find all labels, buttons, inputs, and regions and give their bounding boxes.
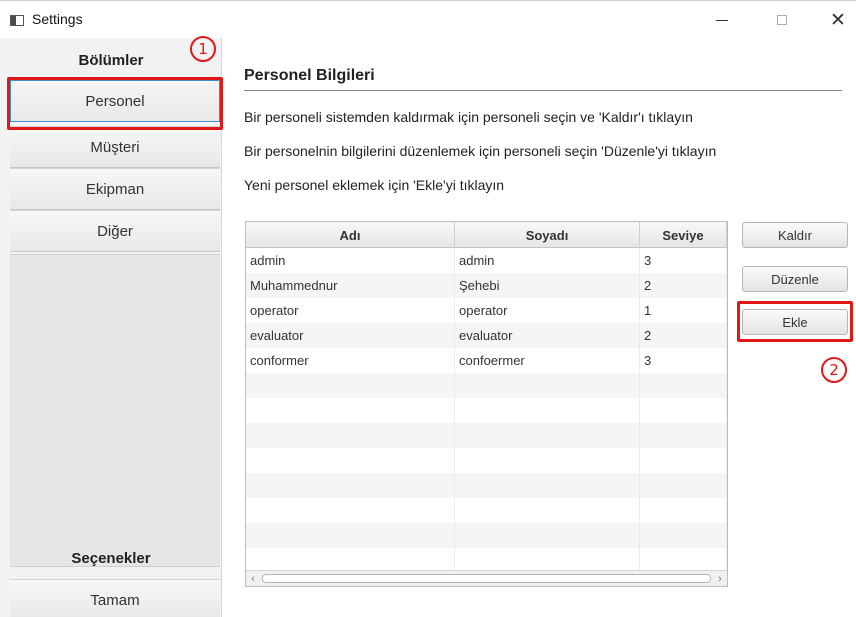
maximize-icon xyxy=(777,15,787,25)
close-icon: ✕ xyxy=(830,8,846,31)
cell-empty xyxy=(455,523,640,548)
instruction-remove: Bir personeli sistemden kaldırmak için p… xyxy=(244,109,693,125)
cell-empty xyxy=(640,498,727,523)
app-window-icon xyxy=(10,15,24,26)
table-row-empty[interactable] xyxy=(246,373,727,398)
cell-empty xyxy=(640,473,727,498)
table-row-empty[interactable] xyxy=(246,423,727,448)
ok-button[interactable]: Tamam xyxy=(10,579,220,617)
table-row-empty[interactable] xyxy=(246,448,727,473)
edit-button[interactable]: Düzenle xyxy=(742,266,848,292)
cell-empty xyxy=(246,398,455,423)
options-header: Seçenekler xyxy=(71,550,151,567)
cell-empty xyxy=(455,448,640,473)
cell-seviye: 3 xyxy=(640,348,727,373)
scroll-left-icon[interactable]: ‹ xyxy=(246,571,260,586)
cell-adi: evaluator xyxy=(246,323,455,348)
cell-seviye: 3 xyxy=(640,248,727,273)
table-row[interactable]: conformer confoermer 3 xyxy=(246,348,727,373)
cell-soyadi: evaluator xyxy=(455,323,640,348)
scrollbar-thumb[interactable] xyxy=(262,574,711,583)
title-bar: Settings ✕ xyxy=(0,0,856,38)
cell-soyadi: Şehebi xyxy=(455,273,640,298)
sidebar-item-diger[interactable]: Diğer xyxy=(10,210,220,252)
cell-seviye: 2 xyxy=(640,273,727,298)
sidebar-item-personel[interactable]: Personel xyxy=(10,80,220,122)
minimize-icon xyxy=(716,19,728,21)
table-row-empty[interactable] xyxy=(246,398,727,423)
title-divider xyxy=(244,90,842,91)
column-header-seviye[interactable]: Seviye xyxy=(640,222,727,248)
table-row[interactable]: evaluator evaluator 2 xyxy=(246,323,727,348)
cell-adi: admin xyxy=(246,248,455,273)
cell-adi: conformer xyxy=(246,348,455,373)
sidebar-empty-area xyxy=(10,254,220,567)
cell-empty xyxy=(640,448,727,473)
cell-soyadi: operator xyxy=(455,298,640,323)
minimize-button[interactable] xyxy=(706,7,738,33)
cell-empty xyxy=(455,423,640,448)
annotation-marker-1: 1 xyxy=(190,36,216,62)
instruction-add: Yeni personel eklemek için 'Ekle'yi tıkl… xyxy=(244,177,505,193)
table-row[interactable]: admin admin 3 xyxy=(246,248,727,273)
horizontal-scrollbar[interactable]: ‹ › xyxy=(246,570,727,586)
remove-button[interactable]: Kaldır xyxy=(742,222,848,248)
cell-empty xyxy=(246,373,455,398)
cell-seviye: 2 xyxy=(640,323,727,348)
sidebar-item-musteri[interactable]: Müşteri xyxy=(10,126,220,168)
cell-empty xyxy=(640,373,727,398)
cell-adi: Muhammednur xyxy=(246,273,455,298)
cell-soyadi: admin xyxy=(455,248,640,273)
close-button[interactable]: ✕ xyxy=(822,7,854,33)
table-row-empty[interactable] xyxy=(246,473,727,498)
sidebar-item-ekipman[interactable]: Ekipman xyxy=(10,168,220,210)
table-body: admin admin 3 Muhammednur Şehebi 2 opera… xyxy=(246,248,727,573)
cell-empty xyxy=(640,398,727,423)
cell-empty xyxy=(640,523,727,548)
section-title: Personel Bilgileri xyxy=(244,67,375,84)
maximize-button[interactable] xyxy=(766,7,798,33)
cell-seviye: 1 xyxy=(640,298,727,323)
table-header: Adı Soyadı Seviye xyxy=(246,222,727,248)
cell-empty xyxy=(455,373,640,398)
column-header-soyadi[interactable]: Soyadı xyxy=(455,222,640,248)
cell-adi: operator xyxy=(246,298,455,323)
table-row[interactable]: Muhammednur Şehebi 2 xyxy=(246,273,727,298)
cell-empty xyxy=(455,398,640,423)
add-button[interactable]: Ekle xyxy=(742,309,848,335)
cell-empty xyxy=(246,423,455,448)
column-header-adi[interactable]: Adı xyxy=(246,222,455,248)
table-row-empty[interactable] xyxy=(246,498,727,523)
cell-empty xyxy=(640,423,727,448)
personnel-table[interactable]: Adı Soyadı Seviye admin admin 3 Muhammed… xyxy=(245,221,728,587)
window-title: Settings xyxy=(32,11,83,27)
scroll-right-icon[interactable]: › xyxy=(713,571,727,586)
sidebar: Bölümler Personel Müşteri Ekipman Diğer … xyxy=(0,38,222,617)
annotation-marker-2: 2 xyxy=(821,357,847,383)
instruction-edit: Bir personelnin bilgilerini düzenlemek i… xyxy=(244,143,717,159)
cell-empty xyxy=(246,473,455,498)
sidebar-header: Bölümler xyxy=(78,52,144,69)
cell-empty xyxy=(246,523,455,548)
cell-empty xyxy=(455,498,640,523)
cell-empty xyxy=(246,498,455,523)
table-row[interactable]: operator operator 1 xyxy=(246,298,727,323)
cell-empty xyxy=(455,473,640,498)
cell-soyadi: confoermer xyxy=(455,348,640,373)
table-row-empty[interactable] xyxy=(246,523,727,548)
cell-empty xyxy=(246,448,455,473)
